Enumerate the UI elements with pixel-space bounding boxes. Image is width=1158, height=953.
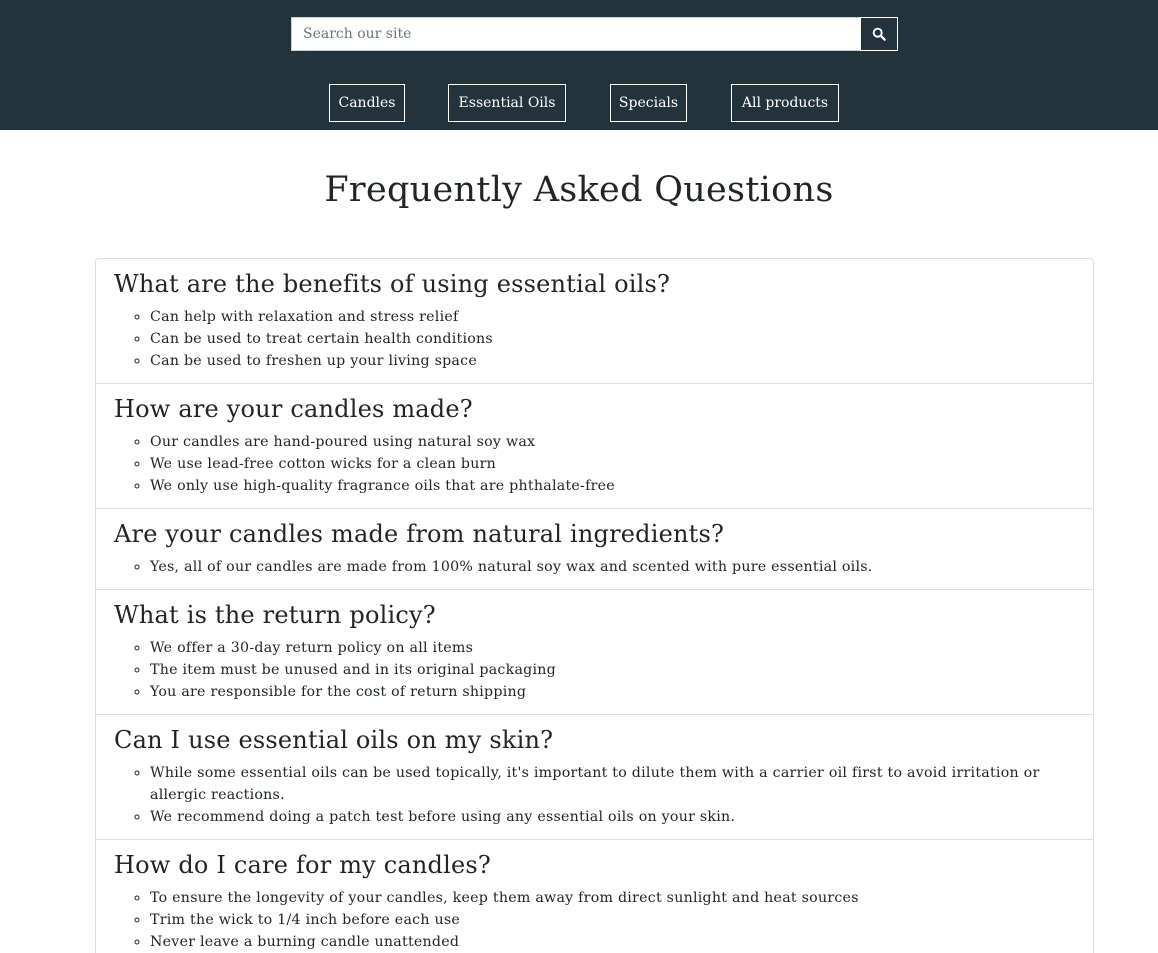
top-navigation-bar: Candles Essential Oils Specials All prod… xyxy=(0,0,1158,130)
faq-answer: We recommend doing a patch test before u… xyxy=(150,806,1075,828)
faq-answer: The item must be unused and in its origi… xyxy=(150,659,1075,681)
faq-answer-list: While some essential oils can be used to… xyxy=(114,762,1075,828)
faq-answer-list: Yes, all of our candles are made from 10… xyxy=(114,556,1075,578)
faq-question: Are your candles made from natural ingre… xyxy=(114,520,725,548)
nav-specials-button[interactable]: Specials xyxy=(610,84,687,122)
nav-essential-oils-button[interactable]: Essential Oils xyxy=(448,84,566,122)
faq-question: What are the benefits of using essential… xyxy=(114,270,671,298)
faq-question: What is the return policy? xyxy=(114,601,436,629)
faq-answer: Never leave a burning candle unattended xyxy=(150,931,1075,953)
nav-all-products-button[interactable]: All products xyxy=(731,84,839,122)
faq-question: How do I care for my candles? xyxy=(114,851,491,879)
faq-answer: Can be used to freshen up your living sp… xyxy=(150,350,1075,372)
faq-answer: Can be used to treat certain health cond… xyxy=(150,328,1075,350)
faq-answer-list: We offer a 30-day return policy on all i… xyxy=(114,637,1075,703)
faq-answer: Can help with relaxation and stress reli… xyxy=(150,306,1075,328)
faq-answer: To ensure the longevity of your candles,… xyxy=(150,887,1075,909)
search-button[interactable] xyxy=(860,17,898,51)
faq-item: How do I care for my candles? To ensure … xyxy=(96,840,1093,953)
page-title: Frequently Asked Questions xyxy=(324,170,834,210)
search-icon xyxy=(872,27,886,41)
search-input[interactable] xyxy=(291,17,861,51)
faq-answer: We offer a 30-day return policy on all i… xyxy=(150,637,1075,659)
faq-answer: Our candles are hand-poured using natura… xyxy=(150,431,1075,453)
faq-answer: We only use high-quality fragrance oils … xyxy=(150,475,1075,497)
nav-candles-button[interactable]: Candles xyxy=(329,84,405,122)
faq-item: Can I use essential oils on my skin? Whi… xyxy=(96,715,1093,840)
faq-answer-list: Our candles are hand-poured using natura… xyxy=(114,431,1075,497)
faq-list: What are the benefits of using essential… xyxy=(95,258,1094,953)
faq-answer: We use lead-free cotton wicks for a clea… xyxy=(150,453,1075,475)
faq-item: How are your candles made? Our candles a… xyxy=(96,384,1093,509)
faq-answer-list: To ensure the longevity of your candles,… xyxy=(114,887,1075,953)
faq-question: How are your candles made? xyxy=(114,395,473,423)
faq-question: Can I use essential oils on my skin? xyxy=(114,726,554,754)
faq-item: What are the benefits of using essential… xyxy=(96,259,1093,384)
faq-answer: Yes, all of our candles are made from 10… xyxy=(150,556,1075,578)
faq-item: What is the return policy? We offer a 30… xyxy=(96,590,1093,715)
faq-answer: While some essential oils can be used to… xyxy=(150,762,1075,806)
faq-answer: Trim the wick to 1/4 inch before each us… xyxy=(150,909,1075,931)
faq-answer: You are responsible for the cost of retu… xyxy=(150,681,1075,703)
faq-answer-list: Can help with relaxation and stress reli… xyxy=(114,306,1075,372)
faq-item: Are your candles made from natural ingre… xyxy=(96,509,1093,590)
